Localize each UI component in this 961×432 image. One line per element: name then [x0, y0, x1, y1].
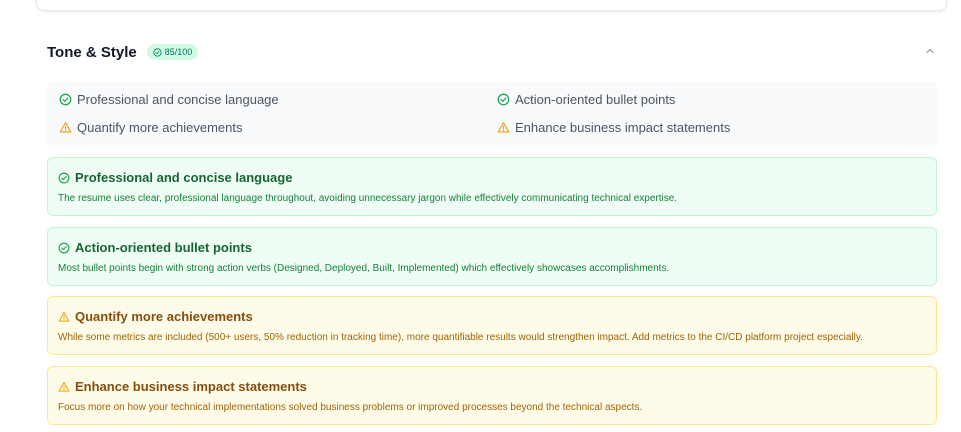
- summary-panel: Professional and concise language Action…: [47, 82, 937, 147]
- detail-card-title: Professional and concise language: [58, 170, 926, 185]
- detail-card-description: The resume uses clear, professional lang…: [58, 193, 678, 204]
- detail-card: Professional and concise language The re…: [47, 157, 937, 216]
- warning-triangle-icon: [497, 122, 510, 133]
- summary-item-label: Professional and concise language: [77, 92, 279, 107]
- check-circle-icon: [59, 93, 72, 106]
- detail-card-description: Focus more on how your technical impleme…: [58, 402, 643, 413]
- score-value: 85/100: [164, 47, 193, 57]
- detail-card-title: Quantify more achievements: [58, 309, 926, 324]
- detail-card: Enhance business impact statements Focus…: [47, 366, 937, 425]
- summary-item: Quantify more achievements: [59, 120, 242, 135]
- check-circle-icon: [58, 172, 70, 183]
- section-title: Tone & Style: [47, 43, 137, 61]
- check-circle-icon: [58, 242, 70, 253]
- warning-triangle-icon: [58, 311, 70, 322]
- detail-card: Quantify more achievements While some me…: [47, 296, 937, 355]
- tone-style-section: Tone & Style 85/100 Professional and con…: [47, 38, 937, 425]
- collapse-button[interactable]: [923, 44, 937, 58]
- score-badge: 85/100: [146, 44, 199, 60]
- warning-triangle-icon: [59, 122, 72, 133]
- check-circle-icon: [153, 47, 162, 57]
- detail-card-description: While some metrics are included (500+ us…: [58, 332, 863, 343]
- detail-card-title: Action-oriented bullet points: [58, 240, 926, 255]
- summary-item-label: Enhance business impact statements: [515, 120, 731, 135]
- summary-item-label: Action-oriented bullet points: [515, 92, 676, 107]
- detail-card-title-text: Quantify more achievements: [75, 309, 253, 324]
- check-circle-icon: [497, 93, 510, 106]
- detail-card-title-text: Enhance business impact statements: [75, 379, 307, 394]
- chevron-up-icon: [926, 48, 934, 54]
- previous-section-card: [36, 0, 947, 11]
- detail-card-description: Most bullet points begin with strong act…: [58, 263, 670, 274]
- section-header[interactable]: Tone & Style 85/100: [47, 38, 937, 66]
- detail-card-title-text: Action-oriented bullet points: [75, 240, 252, 255]
- detail-card-title: Enhance business impact statements: [58, 379, 926, 394]
- summary-item-label: Quantify more achievements: [77, 120, 243, 135]
- detail-card-title-text: Professional and concise language: [75, 170, 293, 185]
- summary-item: Enhance business impact statements: [497, 120, 730, 135]
- summary-item: Action-oriented bullet points: [497, 92, 675, 107]
- summary-item: Professional and concise language: [59, 92, 279, 107]
- warning-triangle-icon: [58, 381, 70, 392]
- detail-card: Action-oriented bullet points Most bulle…: [47, 227, 937, 286]
